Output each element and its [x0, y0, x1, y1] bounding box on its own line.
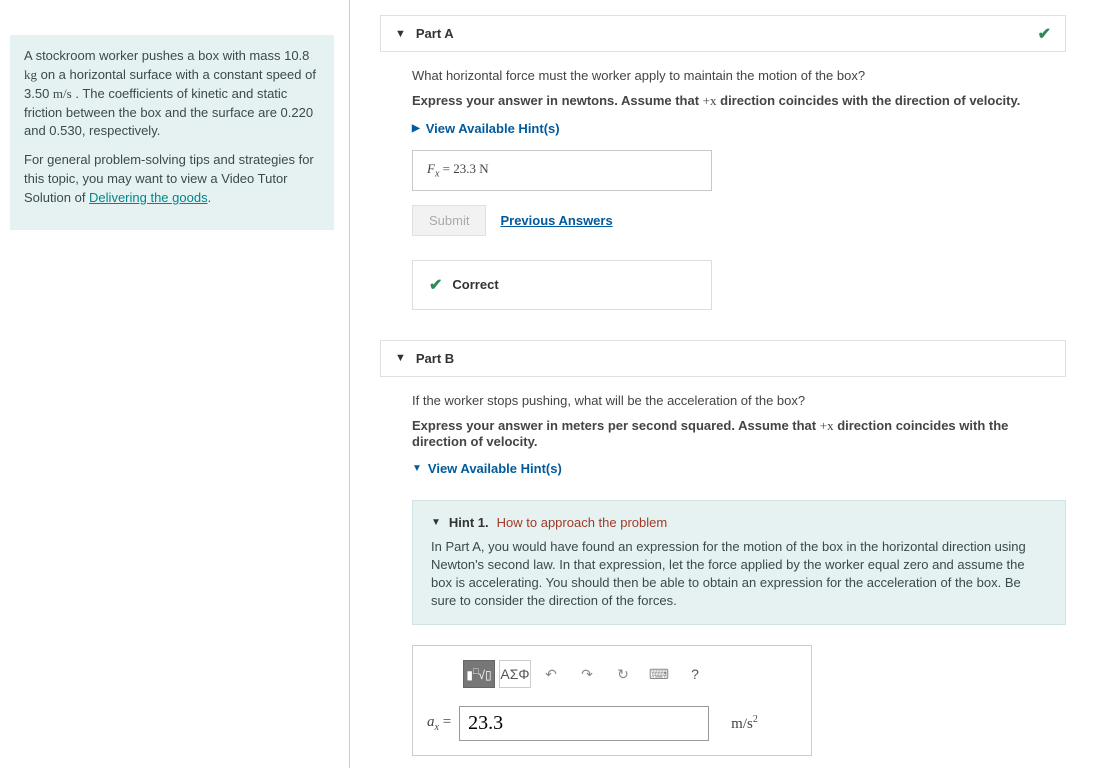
triangle-down-icon: ▼ [412, 463, 422, 474]
submit-button[interactable]: Submit [412, 205, 486, 236]
part-b-hint-toggle[interactable]: ▼ View Available Hint(s) [412, 461, 562, 476]
triangle-right-icon: ▶ [412, 123, 420, 134]
part-b-question: If the worker stops pushing, what will b… [412, 393, 1066, 408]
problem-statement: A stockroom worker pushes a box with mas… [10, 35, 334, 230]
part-b-header[interactable]: ▼ Part B [380, 340, 1066, 377]
unit-label: m/s2 [731, 714, 758, 733]
correct-feedback: ✔ Correct [412, 260, 712, 310]
part-b-title: Part B [416, 351, 454, 366]
caret-down-icon: ▼ [431, 517, 441, 528]
part-a-instruction: Express your answer in newtons. Assume t… [412, 93, 1066, 109]
variable-label: ax = [427, 714, 451, 733]
hint-1-text: In Part A, you would have found an expre… [431, 538, 1047, 611]
redo-button[interactable]: ↷ [571, 660, 603, 688]
part-b-body: If the worker stops pushing, what will b… [380, 377, 1066, 768]
part-a-hint-toggle[interactable]: ▶ View Available Hint(s) [412, 121, 560, 136]
part-a-title: Part A [416, 26, 454, 41]
answer-input-row: ax = m/s2 [427, 706, 797, 741]
part-a-header[interactable]: ▼ Part A ✔ [380, 15, 1066, 52]
keyboard-button[interactable]: ⌨ [643, 660, 675, 688]
previous-answers-link[interactable]: Previous Answers [500, 213, 612, 228]
greek-button[interactable]: ΑΣΦ [499, 660, 531, 688]
caret-down-icon: ▼ [395, 28, 406, 40]
part-a-button-row: Submit Previous Answers [412, 205, 1066, 236]
unit-kg: kg [24, 67, 37, 82]
part-a-body: What horizontal force must the worker ap… [380, 52, 1066, 340]
undo-button[interactable]: ↶ [535, 660, 567, 688]
caret-down-icon: ▼ [395, 352, 406, 364]
hint-1-header[interactable]: ▼ Hint 1. How to approach the problem [431, 515, 1047, 530]
problem-text-1a: A stockroom worker pushes a box with mas… [24, 48, 309, 63]
answer-input-panel: ▮□√▯ ΑΣΦ ↶ ↷ ↻ ⌨ ? ax = m/s2 [412, 645, 812, 756]
left-sidebar: A stockroom worker pushes a box with mas… [0, 0, 350, 768]
video-tutor-link[interactable]: Delivering the goods [89, 190, 208, 205]
part-a-answer: Fx = 23.3 N [412, 150, 712, 191]
help-button[interactable]: ? [679, 660, 711, 688]
part-a-question: What horizontal force must the worker ap… [412, 68, 1066, 83]
equation-toolbar: ▮□√▯ ΑΣΦ ↶ ↷ ↻ ⌨ ? [463, 660, 797, 688]
templates-button[interactable]: ▮□√▯ [463, 660, 495, 688]
check-icon: ✔ [429, 275, 442, 295]
hint-1-panel: ▼ Hint 1. How to approach the problem In… [412, 500, 1066, 626]
answer-input[interactable] [459, 706, 709, 741]
check-icon: ✔ [1038, 24, 1051, 44]
main-content: ▼ Part A ✔ What horizontal force must th… [350, 0, 1096, 768]
problem-text-2end: . [208, 190, 212, 205]
unit-ms: m/s [53, 86, 72, 101]
reset-button[interactable]: ↻ [607, 660, 639, 688]
part-b-instruction: Express your answer in meters per second… [412, 418, 1066, 449]
